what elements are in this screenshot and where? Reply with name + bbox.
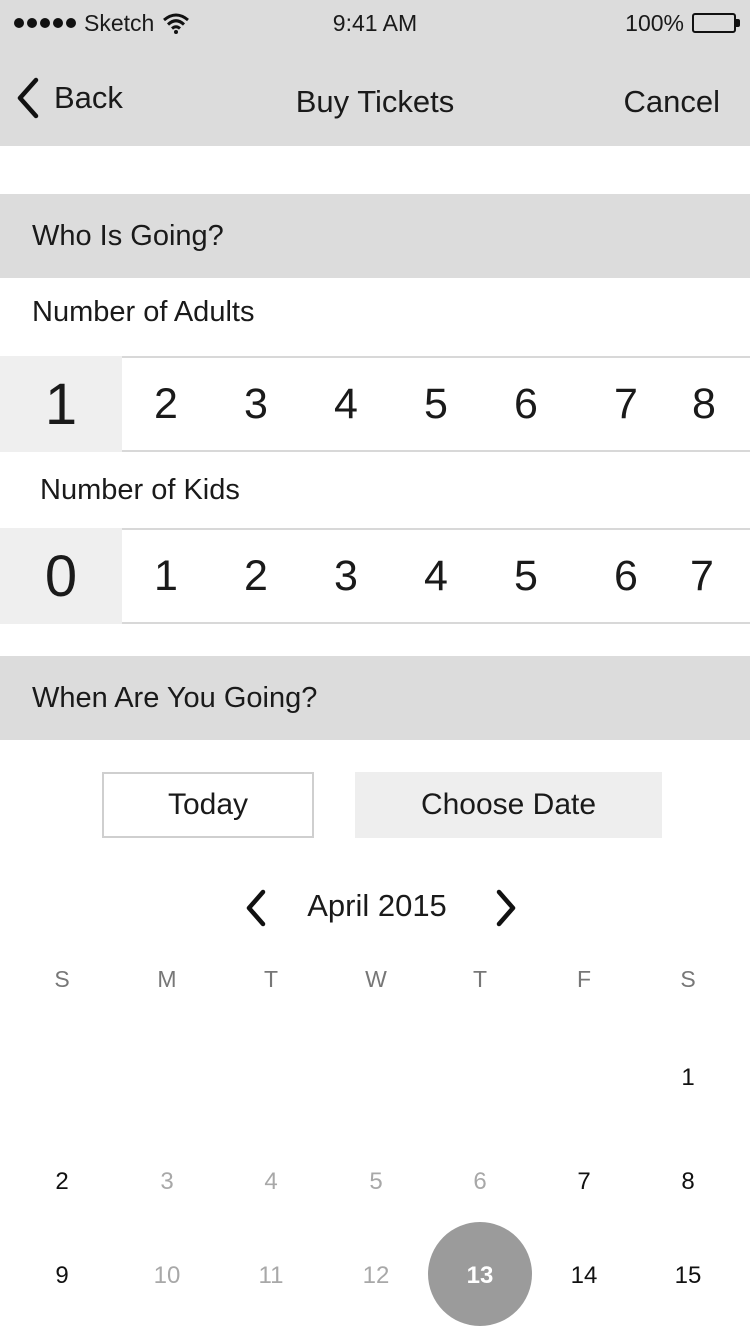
adults-option[interactable]: 4 [306, 358, 386, 450]
weekday-label: W [365, 966, 387, 992]
adults-option[interactable]: 2 [126, 358, 206, 450]
section-title-who: Who Is Going? [32, 219, 224, 252]
section-title-when: When Are You Going? [32, 681, 318, 714]
calendar-day[interactable]: 12 [346, 1262, 406, 1290]
kids-option[interactable]: 2 [216, 530, 296, 622]
calendar-day[interactable]: 6 [450, 1168, 510, 1196]
kids-option[interactable]: 6 [586, 530, 666, 622]
today-button[interactable]: Today [102, 772, 314, 838]
kids-option[interactable]: 5 [486, 530, 566, 622]
kids-label: Number of Kids [40, 474, 240, 506]
calendar-day[interactable]: 11 [241, 1262, 301, 1290]
calendar-day[interactable]: 3 [137, 1168, 197, 1196]
calendar-day[interactable]: 14 [554, 1262, 614, 1290]
adults-option[interactable]: 8 [664, 358, 744, 450]
adults-option[interactable]: 5 [396, 358, 476, 450]
adults-label: Number of Adults [32, 296, 255, 328]
calendar-day[interactable]: 5 [346, 1168, 406, 1196]
calendar-day[interactable]: 4 [241, 1168, 301, 1196]
section-header-when: When Are You Going? [0, 656, 750, 740]
chevron-left-icon [17, 77, 39, 119]
weekday-label: T [263, 966, 279, 992]
adults-picker: 1 2 3 4 5 6 7 8 [0, 356, 750, 452]
weekday-label: S [680, 966, 696, 992]
calendar-day[interactable]: 10 [137, 1262, 197, 1290]
battery-percent: 100% [625, 9, 684, 36]
kids-option[interactable]: 3 [306, 530, 386, 622]
adults-option[interactable]: 7 [586, 358, 666, 450]
weekday-label: F [576, 966, 592, 992]
cancel-button[interactable]: Cancel [624, 84, 721, 120]
calendar-day[interactable]: 2 [32, 1168, 92, 1196]
kids-option[interactable]: 7 [662, 530, 742, 622]
section-header-who: Who Is Going? [0, 194, 750, 278]
calendar-day[interactable]: 1 [658, 1064, 718, 1092]
kids-option[interactable]: 4 [396, 530, 476, 622]
calendar-day[interactable]: 9 [32, 1262, 92, 1290]
calendar-day[interactable]: 8 [658, 1168, 718, 1196]
kids-selected-value[interactable]: 0 [0, 528, 122, 624]
adults-selected-value[interactable]: 1 [0, 356, 122, 452]
kids-picker: 0 1 2 3 4 5 6 7 [0, 528, 750, 624]
kids-option[interactable]: 1 [126, 530, 206, 622]
choose-date-button[interactable]: Choose Date [355, 772, 662, 838]
prev-month-button[interactable] [236, 886, 276, 930]
chevron-left-icon [246, 889, 266, 927]
weekday-label: S [54, 966, 70, 992]
adults-option[interactable]: 3 [216, 358, 296, 450]
weekday-label: M [157, 966, 177, 992]
back-label: Back [54, 80, 123, 115]
weekday-label: T [472, 966, 488, 992]
next-month-button[interactable] [486, 886, 526, 930]
status-right: 100% [625, 8, 740, 38]
chevron-right-icon [496, 889, 516, 927]
calendar-day[interactable]: 7 [554, 1168, 614, 1196]
back-button[interactable]: Back [14, 76, 123, 120]
calendar-month-label: April 2015 [307, 888, 447, 923]
calendar-day-selected[interactable]: 13 [450, 1262, 510, 1290]
calendar-day[interactable]: 15 [658, 1262, 718, 1290]
battery-icon [692, 13, 740, 33]
adults-option[interactable]: 6 [486, 358, 566, 450]
